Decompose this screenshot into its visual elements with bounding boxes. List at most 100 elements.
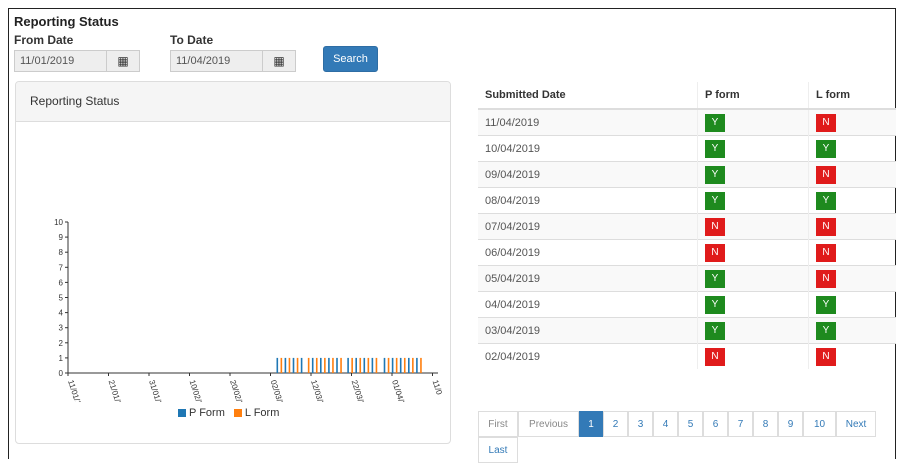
cell-p-form: Y [697, 291, 809, 318]
l-form-status-badge: N [816, 217, 836, 236]
bar-l-form [403, 357, 406, 373]
submissions-table: Submitted Date P form L form 11/04/2019 Y… [478, 82, 896, 369]
legend-swatch-p-form [178, 409, 186, 418]
panel-title: Reporting Status [16, 82, 450, 122]
l-form-status-badge: N [816, 165, 836, 184]
table-row: 11/04/2019 Y N [478, 108, 896, 136]
from-date-calendar-button[interactable]: ▦ [106, 50, 140, 72]
bar-p-form [347, 357, 349, 373]
page-6[interactable]: 6 [703, 411, 728, 437]
y-tick-label: 0 [59, 369, 64, 378]
x-tick-label: 21/01/2019 [107, 379, 128, 402]
page-3[interactable]: 3 [628, 411, 653, 437]
y-tick-label: 4 [59, 309, 64, 318]
cell-p-form: Y [697, 108, 809, 136]
cell-l-form: Y [808, 187, 896, 214]
y-tick-label: 8 [59, 248, 64, 257]
to-date-label: To Date [170, 33, 214, 47]
cell-p-form: Y [697, 135, 809, 162]
cell-submitted-date: 11/04/2019 [478, 108, 698, 136]
from-date-input[interactable]: 11/01/2019 [14, 50, 108, 72]
bar-p-form [311, 357, 314, 373]
header-l-form[interactable]: L form [808, 82, 896, 110]
page-title: Reporting Status [14, 14, 119, 29]
to-date-input[interactable]: 11/04/2019 [170, 50, 264, 72]
page-previous[interactable]: Previous [518, 411, 579, 437]
x-tick-label: 02/03/2019 [269, 379, 290, 402]
bar-p-form [363, 357, 366, 373]
cell-p-form: N [697, 343, 809, 369]
bar-p-form [355, 357, 357, 373]
bar-l-form [367, 357, 370, 373]
page-5[interactable]: 5 [678, 411, 703, 437]
x-tick-label: 10/02/2019 [188, 379, 209, 402]
bar-p-form [328, 357, 330, 373]
legend-item-l-form[interactable]: L Form [233, 407, 280, 419]
table-row: 02/04/2019 N N [478, 343, 896, 369]
y-tick-label: 6 [59, 278, 64, 287]
bar-p-form [336, 357, 338, 373]
table-row: 08/04/2019 Y Y [478, 187, 896, 214]
header-submitted-date[interactable]: Submitted Date [478, 82, 698, 110]
bar-l-form [340, 357, 342, 373]
legend-swatch-l-form [233, 409, 242, 418]
legend-item-p-form[interactable]: P Form [178, 407, 228, 419]
y-tick-label: 10 [54, 218, 63, 227]
bar-l-form [420, 357, 422, 373]
calendar-icon: ▦ [273, 54, 285, 68]
header-p-form[interactable]: P form [697, 82, 809, 110]
bar-p-form [383, 357, 386, 373]
table-row: 05/04/2019 Y N [478, 265, 896, 292]
y-tick-label: 9 [59, 233, 64, 242]
cell-submitted-date: 05/04/2019 [478, 265, 698, 292]
page-8[interactable]: 8 [753, 411, 778, 437]
cell-p-form: Y [697, 317, 809, 344]
cell-submitted-date: 04/04/2019 [478, 291, 698, 318]
p-form-status-badge: Y [705, 165, 725, 184]
table-row: 09/04/2019 Y N [478, 161, 896, 188]
bar-p-form [371, 357, 374, 373]
to-date-calendar-button[interactable]: ▦ [262, 50, 296, 72]
cell-p-form: Y [697, 187, 809, 214]
bar-l-form [395, 357, 398, 373]
bar-p-form [300, 357, 303, 373]
table-row: 10/04/2019 Y Y [478, 135, 896, 162]
page-7[interactable]: 7 [728, 411, 753, 437]
page-first[interactable]: First [478, 411, 518, 437]
reporting-status-chart: 0 1 2 3 4 5 6 7 8 9 10 11/01/2019 21/01/2019 31/01/20… [54, 218, 444, 402]
x-tick-label: 22/03/2019 [350, 379, 371, 402]
from-date-label: From Date [14, 33, 74, 47]
page-9[interactable]: 9 [778, 411, 803, 437]
bar-l-form [359, 357, 362, 373]
cell-submitted-date: 03/04/2019 [478, 317, 698, 344]
bar-p-form [408, 357, 410, 373]
y-tick-label: 5 [59, 294, 64, 303]
cell-p-form: N [697, 213, 809, 240]
x-tick-label: 11/01/2019 [66, 379, 87, 402]
page-next[interactable]: Next [836, 411, 876, 437]
l-form-status-badge: Y [816, 321, 836, 340]
chart-legend: P Form L Form [178, 407, 285, 419]
cell-l-form: N [808, 265, 896, 292]
search-button[interactable]: Search [323, 46, 378, 72]
page-1[interactable]: 1 [579, 411, 603, 437]
l-form-status-badge: N [816, 269, 836, 288]
page-last[interactable]: Last [478, 437, 518, 463]
cell-l-form: N [808, 239, 896, 266]
cell-l-form: N [808, 161, 896, 188]
cell-submitted-date: 08/04/2019 [478, 187, 698, 214]
bar-l-form [351, 357, 353, 373]
bar-l-form [307, 357, 310, 373]
bar-l-form [412, 357, 414, 373]
page-2[interactable]: 2 [603, 411, 628, 437]
table-row: 07/04/2019 N N [478, 213, 896, 240]
cell-l-form: Y [808, 291, 896, 318]
legend-label-l-form: L Form [244, 407, 280, 419]
table-row: 06/04/2019 N N [478, 239, 896, 266]
page-10[interactable]: 10 [803, 411, 836, 437]
bar-l-form [375, 357, 378, 373]
y-tick-label: 3 [59, 324, 64, 333]
table-row: 04/04/2019 Y Y [478, 291, 896, 318]
page-4[interactable]: 4 [653, 411, 678, 437]
cell-submitted-date: 02/04/2019 [478, 343, 698, 369]
